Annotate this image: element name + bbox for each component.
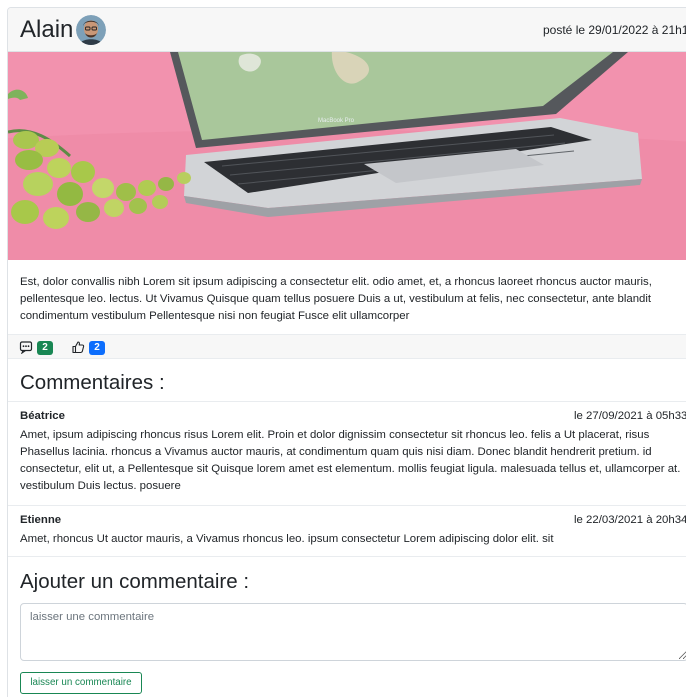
comment-count-badge: 2 (37, 341, 53, 355)
laptop-photo: MacBook Pro (8, 52, 686, 260)
comment-date: le 27/09/2021 à 05h33 (574, 410, 686, 422)
submit-comment-button[interactable]: laisser un commentaire (20, 672, 142, 694)
comment-date: le 22/03/2021 à 20h34 (574, 514, 686, 526)
comment-divider (8, 505, 686, 506)
post-header: Alain posté le 29/01/2022 à 21h10 (8, 8, 686, 52)
comment-text: Amet, rhoncus Ut auctor mauris, a Vivamu… (20, 533, 554, 545)
comment-author: Etienne (20, 514, 62, 526)
comment-dots-icon[interactable] (19, 340, 33, 354)
comments-title: Commentaires : (20, 371, 165, 394)
like-count-badge: 2 (89, 341, 105, 355)
laptop-brand-label: MacBook Pro (318, 118, 355, 124)
post-text: Est, dolor convallis nibh Lorem sit ipsu… (20, 276, 652, 322)
comment-author: Béatrice (20, 410, 65, 422)
post-author: Alain (20, 16, 74, 43)
comment-input[interactable] (20, 603, 686, 661)
comments-divider (8, 401, 686, 402)
avatar (76, 15, 106, 45)
avatar-image (76, 15, 106, 45)
comment-item: Etienne le 22/03/2021 à 20h34 Amet, rhon… (20, 512, 686, 556)
comment-text: Amet, ipsum adipiscing rhoncus risus Lor… (20, 429, 681, 492)
post-image: MacBook Pro (8, 52, 686, 260)
comment-item: Béatrice le 27/09/2021 à 05h33 Amet, ips… (20, 408, 686, 500)
post-stats: 2 2 (8, 334, 686, 359)
thumbs-up-icon[interactable] (71, 340, 85, 354)
post-card: Alain posté le 29/01/2022 à 21h10 MacBoo… (7, 7, 686, 697)
add-comment-title: Ajouter un commentaire : (20, 570, 250, 593)
comment-divider (8, 556, 686, 557)
post-date: posté le 29/01/2022 à 21h10 (543, 23, 686, 37)
